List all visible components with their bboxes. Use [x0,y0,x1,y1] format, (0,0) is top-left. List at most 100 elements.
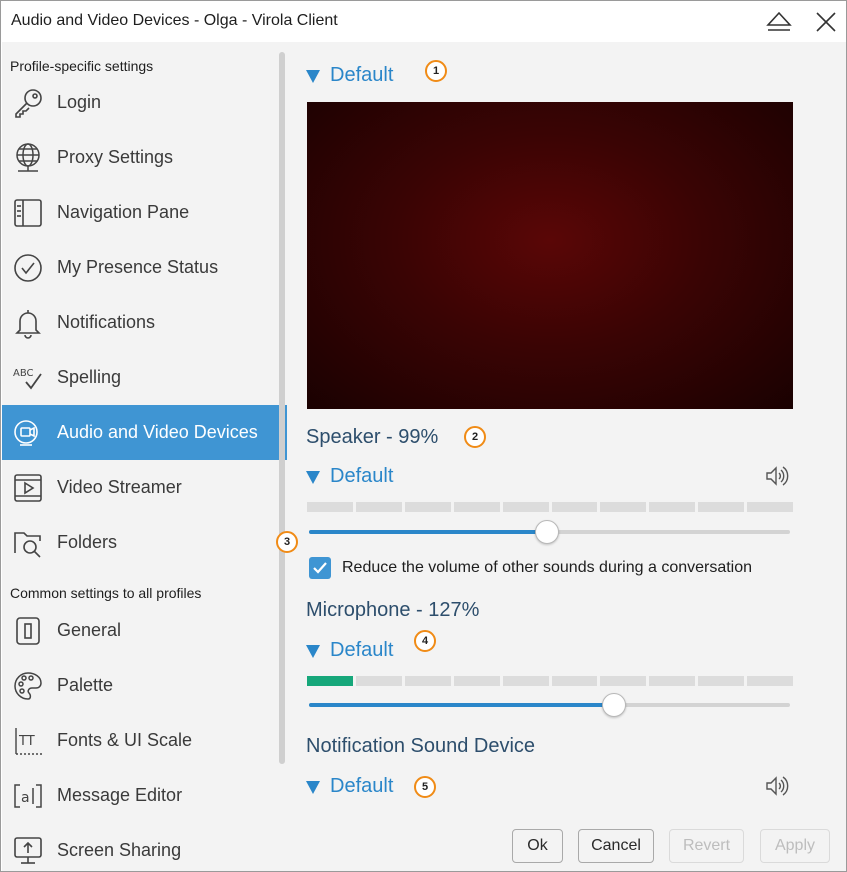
meter-segment [747,502,794,512]
common-settings-header: Common settings to all profiles [10,585,202,601]
microphone-level-meter [307,676,794,686]
reduce-volume-label: Reduce the volume of other sounds during… [342,559,753,576]
meter-segment [453,676,500,686]
meter-segment [307,502,353,512]
meter-segment [502,676,549,686]
video-preview [307,102,793,409]
speaker-level-meter [307,502,794,512]
spellcheck-icon: ABC [11,361,45,395]
sidebar-item-audio-video-devices[interactable]: Audio and Video Devices [2,405,287,460]
sidebar-item-label: General [57,620,122,640]
sidebar-item-label: Audio and Video Devices [57,422,258,442]
window-title: Audio and Video Devices - Olga - Virola … [11,12,338,29]
apply-button[interactable]: Apply [760,829,830,863]
microphone-volume-slider[interactable] [309,693,790,717]
reduce-volume-checkbox[interactable] [309,557,331,579]
sidebar-item-login[interactable]: Login [2,75,287,130]
camera-device-value: Default [330,64,394,86]
eject-icon[interactable] [764,7,794,37]
sidebar-item-message-editor[interactable]: a Message Editor [2,768,287,823]
microphone-device-dropdown[interactable]: Default [306,639,393,662]
sidebar-item-fonts-ui-scale[interactable]: TT Fonts & UI Scale [2,713,287,768]
sidebar-item-label: Video Streamer [57,477,182,497]
notification-device-dropdown[interactable]: Default [306,775,393,798]
meter-segment [698,676,745,686]
sidebar-item-video-streamer[interactable]: Video Streamer [2,460,287,515]
sidebar-item-label: Spelling [57,367,122,387]
slider-thumb[interactable] [602,693,627,717]
meter-segment [404,502,451,512]
callout-badge: 5 [414,776,436,798]
globe-network-icon [11,141,45,175]
dropdown-triangle-icon [306,70,320,83]
notification-test-icon[interactable] [764,773,790,799]
sidebar-item-label: Navigation Pane [57,202,190,222]
sidebar-item-my-presence-status[interactable]: My Presence Status [2,240,287,295]
close-icon[interactable] [811,7,841,37]
callout-badge: 2 [464,426,486,448]
title-bar: Audio and Video Devices - Olga - Virola … [1,1,846,42]
meter-segment [453,502,500,512]
meter-segment [649,502,696,512]
cancel-button[interactable]: Cancel [578,829,654,863]
sidebar-item-spelling[interactable]: ABC Spelling [2,350,287,405]
sidebar-item-proxy-settings[interactable]: Proxy Settings [2,130,287,185]
slider-fill [309,703,615,707]
key-icon [11,86,45,120]
check-circle-icon [11,251,45,285]
speaker-test-icon[interactable] [764,463,790,489]
font-scale-icon: TT [11,724,45,758]
sidebar-item-label: Screen Sharing [57,840,182,860]
meter-segment [502,502,549,512]
slider-fill [309,530,548,534]
sidebar-item-palette[interactable]: Palette [2,658,287,713]
speaker-device-dropdown[interactable]: Default [306,465,393,488]
sidebar-item-screen-sharing[interactable]: Screen Sharing [2,823,287,872]
sidebar-item-label: Login [57,92,102,112]
notification-device-value: Default [330,775,394,797]
profile-settings-header: Profile-specific settings [10,58,154,74]
checkmark-icon [313,562,327,574]
speaker-device-value: Default [330,465,394,487]
sidebar-item-label: Folders [57,532,118,552]
dropdown-triangle-icon [306,781,320,794]
sidebar-item-label: My Presence Status [57,257,219,277]
microphone-device-value: Default [330,639,394,661]
ok-button[interactable]: Ok [512,829,563,863]
slider-thumb[interactable] [535,520,560,544]
revert-button[interactable]: Revert [669,829,744,863]
settings-sidebar: Profile-specific settings Login Proxy Se… [2,42,287,871]
dropdown-triangle-icon [306,645,320,658]
sidebar-item-label: Proxy Settings [57,147,174,167]
sidebar-item-label: Message Editor [57,785,183,805]
meter-segment [307,676,353,686]
settings-window: Audio and Video Devices - Olga - Virola … [0,0,847,872]
speaker-title: Speaker - 99% [306,426,439,448]
microphone-title: Microphone - 127% [306,599,480,621]
dropdown-triangle-icon [306,471,320,484]
meter-segment [600,676,647,686]
reduce-volume-row[interactable]: Reduce the volume of other sounds during… [309,557,752,579]
sidebar-scrollbar[interactable] [279,52,285,764]
camera-device-dropdown[interactable]: Default [306,64,393,87]
meter-segment [649,676,696,686]
sidebar-item-folders[interactable]: Folders [2,515,287,570]
meter-segment [600,502,647,512]
sidebar-item-notifications[interactable]: Notifications [2,295,287,350]
speaker-volume-slider[interactable] [309,520,790,544]
callout-badge: 3 [276,531,298,553]
sidebar-item-label: Palette [57,675,114,695]
notification-sound-title: Notification Sound Device [306,735,536,757]
callout-badge: 4 [414,630,436,652]
meter-segment [404,676,451,686]
sidebar-item-label: Notifications [57,312,156,332]
webcam-icon [11,416,45,450]
sidebar-item-general[interactable]: General [2,603,287,658]
bell-icon [11,306,45,340]
folder-search-icon [11,526,45,560]
callout-badge: 1 [425,60,447,82]
navigation-pane-icon [11,196,45,230]
sidebar-item-navigation-pane[interactable]: Navigation Pane [2,185,287,240]
meter-segment [355,676,402,686]
screen-share-icon [11,834,45,868]
